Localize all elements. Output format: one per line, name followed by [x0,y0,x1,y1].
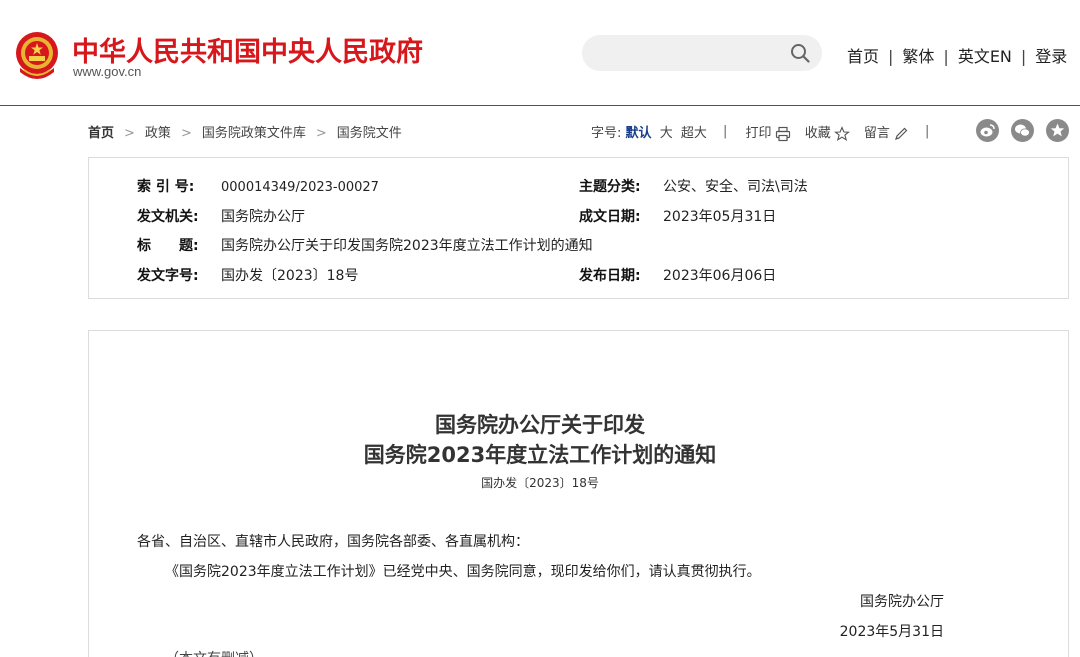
info-topic-row: 主题分类: 公安、安全、司法\司法 [579,176,808,196]
font-size-xlarge[interactable]: 超大 [681,122,707,141]
pencil-icon [894,127,908,140]
docno-label: 发文字号: [137,268,199,284]
info-issuer-row: 发文机关: 国务院办公厅 [137,206,305,226]
index-label: 索 引 号: [137,179,195,195]
topic-value: 公安、安全、司法\司法 [663,179,808,195]
breadcrumb-state-council-docs[interactable]: 国务院文件 [337,126,402,141]
site-header: 中华人民共和国中央人民政府 www.gov.cn 首页 | 繁体 | 英文EN | 登录 [0,0,1080,106]
nav-separator: | [1020,47,1027,66]
article-tools: 字号: 默认 大 超大 | 打印 收藏 留言 | [591,122,943,142]
title-label: 标 题: [137,238,199,254]
favorite-button[interactable]: 收藏 [805,122,850,142]
search-icon[interactable] [790,43,810,63]
published-value: 2023年06月06日 [663,268,777,284]
info-title-row: 标 题: 国务院办公厅关于印发国务院2023年度立法工作计划的通知 [137,235,593,255]
font-size-default[interactable]: 默认 [626,122,652,141]
print-button[interactable]: 打印 [746,122,791,142]
wechat-icon [1015,124,1030,137]
nav-home[interactable]: 首页 [847,43,879,67]
nav-english[interactable]: 英文EN [958,43,1012,67]
print-label: 打印 [745,126,772,141]
font-size-large[interactable]: 大 [660,122,673,141]
info-published-row: 发布日期: 2023年06月06日 [579,265,776,285]
weibo-share-button[interactable] [976,119,999,142]
issuer-label: 发文机关: [137,209,199,225]
breadcrumb-arrow: > [180,126,192,141]
printer-icon [775,126,790,141]
breadcrumb-policy[interactable]: 政策 [145,126,171,141]
nav-separator: | [943,47,949,66]
document-salutation: 各省、自治区、直辖市人民政府，国务院各部委、各直属机构： [137,534,529,550]
topic-label: 主题分类: [579,179,641,195]
top-nav: 首页 | 繁体 | 英文EN | 登录 [847,43,1067,67]
site-domain: www.gov.cn [73,64,142,79]
favorite-circle-icon [1050,123,1065,137]
breadcrumb: 首页 > 政策 > 国务院政策文件库 > 国务院文件 [88,122,402,141]
document-date: 2023年5月31日 [839,624,944,640]
document-signature: 国务院办公厅 [860,594,944,610]
tools-divider: | [723,124,728,140]
docno-value: 国办发〔2023〕18号 [221,268,359,284]
nav-traditional[interactable]: 繁体 [902,43,934,67]
star-icon [833,125,850,141]
document-paragraph: 《国务院2023年度立法工作计划》已经党中央、国务院同意，现印发给你们，请认真贯… [165,564,761,580]
favorite-label: 收藏 [804,126,831,141]
search-input[interactable] [582,35,822,71]
national-emblem-icon[interactable] [14,30,60,80]
weibo-icon [980,124,995,137]
created-label: 成文日期: [579,209,641,225]
info-index-row: 索 引 号: 000014349/2023-00027 [137,176,379,196]
wechat-share-button[interactable] [1011,119,1034,142]
nav-separator: | [888,47,894,66]
breadcrumb-arrow: > [315,126,327,141]
index-value: 000014349/2023-00027 [221,180,379,195]
comment-button[interactable]: 留言 [864,122,909,142]
breadcrumb-library[interactable]: 国务院政策文件库 [202,126,306,141]
created-value: 2023年05月31日 [663,209,777,225]
info-created-row: 成文日期: 2023年05月31日 [579,206,776,226]
document-title-line-1: 国务院办公厅关于印发 [435,413,645,437]
published-label: 发布日期: [579,268,641,284]
title-value: 国务院办公厅关于印发国务院2023年度立法工作计划的通知 [221,238,593,254]
favorite-share-button[interactable] [1046,119,1069,142]
breadcrumb-home[interactable]: 首页 [88,126,114,141]
breadcrumb-arrow: > [124,126,135,141]
nav-login[interactable]: 登录 [1035,43,1067,67]
document-note: （本文有删减） [165,648,263,657]
document-title-line-2: 国务院2023年度立法工作计划的通知 [363,443,717,467]
tools-divider: | [925,124,930,140]
document-number: 国办发〔2023〕18号 [481,476,599,490]
issuer-value: 国务院办公厅 [221,209,305,225]
font-size-label: 字号: [591,126,622,142]
info-docno-row: 发文字号: 国办发〔2023〕18号 [137,265,358,285]
comment-label: 留言 [863,126,890,141]
